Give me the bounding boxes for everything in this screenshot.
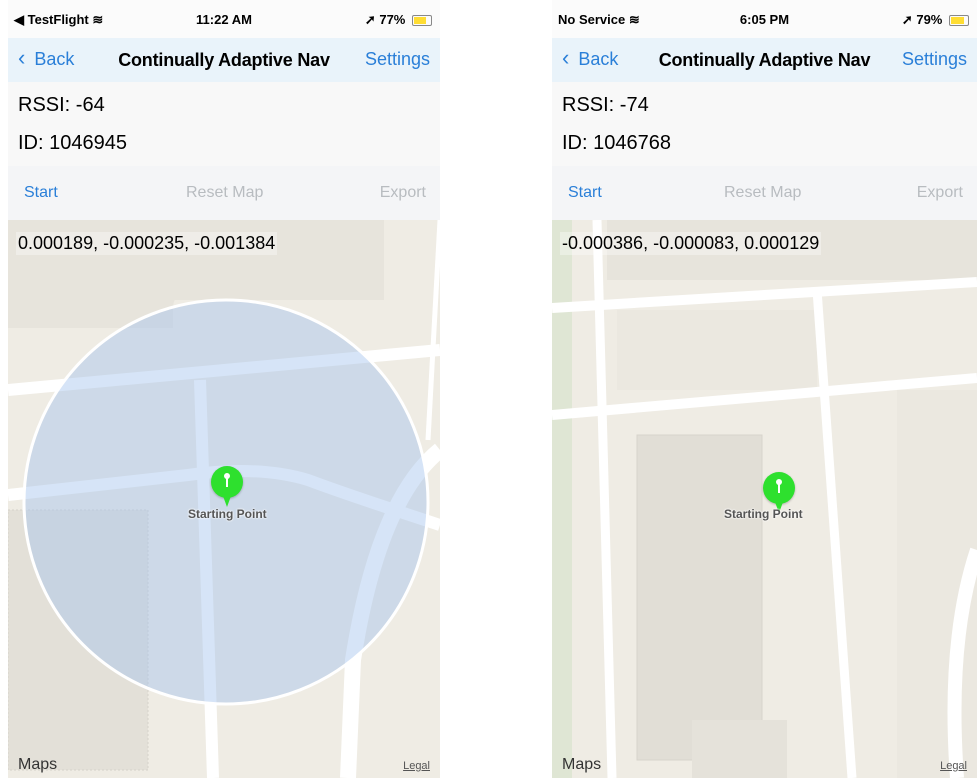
battery-percentage: 79% <box>916 12 943 27</box>
settings-button[interactable]: Settings <box>365 49 430 70</box>
export-button[interactable]: Export <box>917 184 963 202</box>
battery-icon <box>412 15 432 27</box>
beacon-info-panel: RSSI: -74 ID: 1046768 <box>552 82 977 167</box>
starting-point-pin[interactable] <box>211 466 243 511</box>
action-toolbar: Start Reset Map Export <box>552 166 977 220</box>
battery-icon <box>949 15 969 27</box>
beacon-id-readout: ID: 1046945 <box>18 132 127 154</box>
rssi-readout: RSSI: -74 <box>562 94 649 116</box>
pin-label: Starting Point <box>724 507 803 521</box>
map-road <box>812 289 857 778</box>
status-bar: ◀ TestFlight ≋ 11:22 AM ➚ 77% <box>8 0 440 38</box>
map-road <box>425 220 440 441</box>
position-coordinates: -0.000386, -0.000083, 0.000129 <box>560 232 822 255</box>
maps-attribution: Maps <box>562 756 602 773</box>
legal-link[interactable]: Legal <box>940 760 967 772</box>
reset-map-button[interactable]: Reset Map <box>724 184 801 202</box>
navigation-bar: ‹ Back Continually Adaptive Nav Settings <box>8 38 440 83</box>
map-building <box>636 434 763 761</box>
position-coordinates: 0.000189, -0.000235, -0.001384 <box>16 232 278 255</box>
map-building <box>692 720 787 778</box>
map-building <box>617 310 817 390</box>
phone-screen-1: ◀ TestFlight ≋ 11:22 AM ➚ 77% ‹ Back Con… <box>8 0 440 778</box>
navigation-bar: ‹ Back Continually Adaptive Nav Settings <box>552 38 977 83</box>
start-button[interactable]: Start <box>568 184 602 202</box>
settings-button[interactable]: Settings <box>902 49 967 70</box>
map-view[interactable]: 0.000189, -0.000235, -0.001384 Starting … <box>8 220 440 778</box>
map-view[interactable]: -0.000386, -0.000083, 0.000129 Starting … <box>552 220 977 778</box>
beacon-info-panel: RSSI: -64 ID: 1046945 <box>8 82 440 167</box>
action-toolbar: Start Reset Map Export <box>8 166 440 220</box>
maps-attribution: Maps <box>18 756 58 773</box>
map-pin-icon <box>211 466 243 507</box>
battery-percentage: 77% <box>379 12 406 27</box>
beacon-id-readout: ID: 1046768 <box>562 132 671 154</box>
rssi-readout: RSSI: -64 <box>18 94 105 116</box>
status-bar: No Service ≋ 6:05 PM ➚ 79% <box>552 0 977 38</box>
location-arrow-icon: ➚ <box>364 12 376 27</box>
pin-label: Starting Point <box>188 507 267 521</box>
phone-screen-2: No Service ≋ 6:05 PM ➚ 79% ‹ Back Contin… <box>552 0 977 778</box>
map-road <box>552 277 977 313</box>
map-pin-icon <box>763 472 795 513</box>
export-button[interactable]: Export <box>380 184 426 202</box>
legal-link[interactable]: Legal <box>403 760 430 772</box>
start-button[interactable]: Start <box>24 184 58 202</box>
reset-map-button[interactable]: Reset Map <box>186 184 263 202</box>
location-arrow-icon: ➚ <box>901 12 913 27</box>
